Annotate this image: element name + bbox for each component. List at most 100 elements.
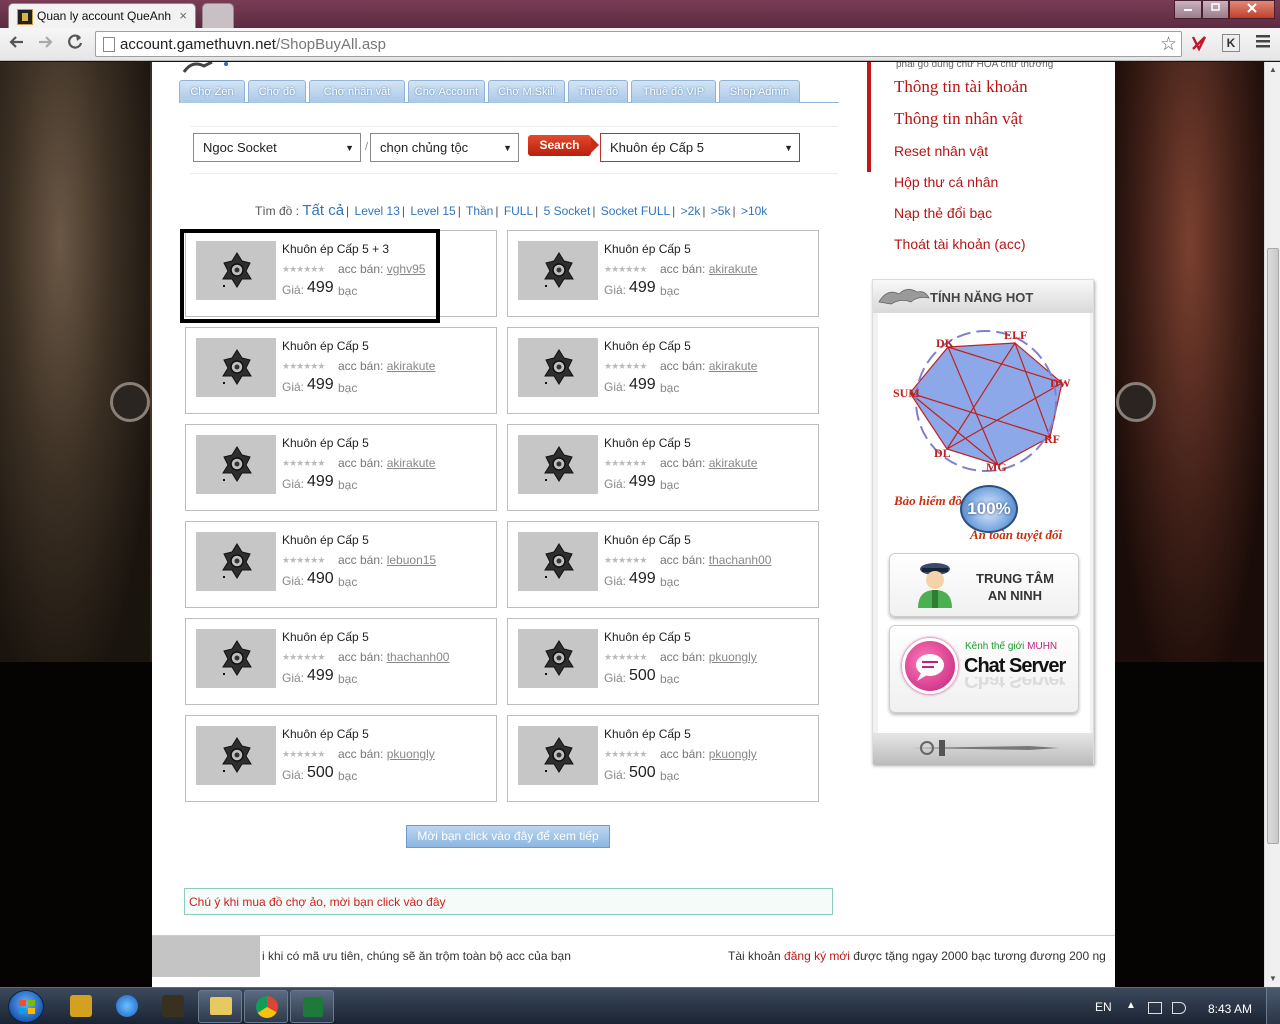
- show-desktop-button[interactable]: [1266, 988, 1280, 1024]
- volume-icon[interactable]: [1172, 1002, 1186, 1014]
- item-card[interactable]: Khuôn ép Cấp 5 + 3 ★★★★★★ acc bán: vghv95 G…: [185, 230, 497, 317]
- tab-cho-account[interactable]: Chợ Account: [408, 80, 485, 103]
- filter-link-2k[interactable]: >2k: [681, 204, 701, 218]
- taskbar-chrome-button[interactable]: [244, 990, 288, 1023]
- window-restore-button[interactable]: [1202, 0, 1229, 19]
- scrollbar-thumb[interactable]: [1267, 248, 1279, 844]
- item-card[interactable]: Khuôn ép Cấp 5 ★★★★★★ acc bán: pkuongly Giá…: [507, 618, 819, 705]
- item-thumbnail[interactable]: [196, 338, 276, 397]
- bookmark-star-icon[interactable]: ☆: [1160, 33, 1177, 56]
- item-name[interactable]: Khuôn ép Cấp 5: [604, 533, 691, 547]
- system-clock[interactable]: 8:43 AM: [1208, 1002, 1252, 1016]
- internet-explorer-icon[interactable]: [116, 995, 138, 1017]
- race-select[interactable]: chọn chủng tộc ▼: [370, 133, 519, 162]
- media-player-icon[interactable]: [70, 995, 92, 1017]
- kaspersky-extension-icon[interactable]: [1190, 34, 1208, 52]
- item-name[interactable]: Khuôn ép Cấp 5: [282, 339, 369, 353]
- item-name[interactable]: Khuôn ép Cấp 5 + 3: [282, 242, 389, 256]
- tab-cho-m-skill[interactable]: Chợ M.Skill: [488, 80, 565, 103]
- item-card[interactable]: Khuôn ép Cấp 5 ★★★★★★ acc bán: akirakute Gi…: [507, 327, 819, 414]
- class-cycle-diagram[interactable]: DK ELF DW RF MG DL SUM: [890, 321, 1082, 476]
- mailbox-link[interactable]: Hộp thư cá nhân: [894, 174, 998, 190]
- security-center-button[interactable]: TRUNG TÂM AN NINH: [889, 553, 1079, 617]
- seller-link[interactable]: thachanh00: [387, 650, 450, 664]
- load-more-button[interactable]: Mời bạn click vào đây để xem tiếp: [406, 825, 610, 848]
- search-button[interactable]: Search: [528, 135, 599, 156]
- item-name[interactable]: Khuôn ép Cấp 5: [282, 533, 369, 547]
- tab-thue-do[interactable]: Thuê đồ: [568, 80, 628, 103]
- item-card[interactable]: Khuôn ép Cấp 5 ★★★★★★ acc bán: akirakute Gi…: [507, 424, 819, 511]
- tab-cho-zen[interactable]: Chợ Zen: [179, 80, 245, 103]
- filter-link-5socket[interactable]: 5 Socket: [544, 204, 591, 218]
- item-name[interactable]: Khuôn ép Cấp 5: [604, 727, 691, 741]
- seller-link[interactable]: vghv95: [387, 262, 426, 276]
- tray-expand-icon[interactable]: ▲: [1126, 1000, 1136, 1011]
- notice-link[interactable]: Chú ý khi mua đồ chợ ảo, mời bạn click v…: [184, 888, 833, 915]
- start-button[interactable]: [8, 990, 44, 1023]
- filter-link-than[interactable]: Thần: [466, 204, 493, 218]
- tab-cho-do[interactable]: Chợ đồ: [248, 80, 306, 103]
- item-name[interactable]: Khuôn ép Cấp 5: [604, 339, 691, 353]
- filter-link-level13[interactable]: Level 13: [355, 204, 400, 218]
- reset-character-link[interactable]: Reset nhân vật: [894, 143, 988, 159]
- account-info-link[interactable]: Thông tin tài khoản: [894, 77, 1028, 97]
- item-card[interactable]: Khuôn ép Cấp 5 ★★★★★★ acc bán: akirakute Gi…: [185, 424, 497, 511]
- browser-menu-icon[interactable]: [1254, 31, 1272, 57]
- item-thumbnail[interactable]: [518, 629, 598, 688]
- seller-link[interactable]: akirakute: [709, 359, 758, 373]
- item-card[interactable]: Khuôn ép Cấp 5 ★★★★★★ acc bán: thachanh00 G…: [185, 618, 497, 705]
- new-tab-button[interactable]: [202, 3, 234, 28]
- seller-link[interactable]: pkuongly: [387, 747, 435, 761]
- seller-link[interactable]: akirakute: [387, 456, 436, 470]
- item-thumbnail[interactable]: [518, 532, 598, 591]
- item-thumbnail[interactable]: [518, 338, 598, 397]
- item-card[interactable]: Khuôn ép Cấp 5 ★★★★★★ acc bán: akirakute Gi…: [507, 230, 819, 317]
- forward-arrow-icon[interactable]: [36, 33, 54, 56]
- filter-link-all[interactable]: Tất cả: [302, 202, 344, 219]
- chat-server-button[interactable]: Kênh thế giới MUHN Chat Server Chat Serv…: [889, 625, 1079, 713]
- k-extension-icon[interactable]: K: [1222, 34, 1240, 52]
- scroll-down-icon[interactable]: ▼: [1265, 971, 1280, 987]
- item-thumbnail[interactable]: [518, 241, 598, 300]
- seller-link[interactable]: pkuongly: [709, 650, 757, 664]
- tab-cho-nhan-vat[interactable]: Chợ nhân vật: [309, 80, 405, 103]
- item-thumbnail[interactable]: [196, 435, 276, 494]
- language-indicator[interactable]: EN: [1095, 1000, 1112, 1014]
- character-info-link[interactable]: Thông tin nhân vật: [894, 109, 1023, 129]
- tab-close-icon[interactable]: ×: [179, 8, 187, 23]
- item-thumbnail[interactable]: [518, 726, 598, 785]
- item-thumbnail[interactable]: [196, 241, 276, 300]
- item-name[interactable]: Khuôn ép Cấp 5: [282, 436, 369, 450]
- item-card[interactable]: Khuôn ép Cấp 5 ★★★★★★ acc bán: akirakute Gi…: [185, 327, 497, 414]
- item-thumbnail[interactable]: [196, 726, 276, 785]
- taskbar-explorer-button[interactable]: [198, 990, 242, 1023]
- page-scrollbar[interactable]: ▲ ▼: [1264, 62, 1280, 987]
- item-card[interactable]: Khuôn ép Cấp 5 ★★★★★★ acc bán: lebuon15 Giá…: [185, 521, 497, 608]
- reload-icon[interactable]: [66, 33, 84, 56]
- item-card[interactable]: Khuôn ép Cấp 5 ★★★★★★ acc bán: thachanh00 G…: [507, 521, 819, 608]
- window-minimize-button[interactable]: [1174, 0, 1202, 19]
- item-card[interactable]: Khuôn ép Cấp 5 ★★★★★★ acc bán: pkuongly Giá…: [185, 715, 497, 802]
- item-type-select[interactable]: Ngoc Socket ▼: [193, 133, 361, 162]
- filter-link-full[interactable]: FULL: [504, 204, 533, 218]
- item-name[interactable]: Khuôn ép Cấp 5: [282, 727, 369, 741]
- window-close-button[interactable]: [1229, 0, 1275, 19]
- item-name[interactable]: Khuôn ép Cấp 5: [282, 630, 369, 644]
- seller-link[interactable]: akirakute: [709, 456, 758, 470]
- seller-link[interactable]: pkuongly: [709, 747, 757, 761]
- tab-thue-do-vip[interactable]: Thuê đồ VIP: [631, 80, 716, 103]
- item-name[interactable]: Khuôn ép Cấp 5: [604, 436, 691, 450]
- tab-shop-admin[interactable]: Shop Admin: [719, 80, 800, 103]
- seller-link[interactable]: akirakute: [387, 359, 436, 373]
- game-launcher-icon[interactable]: [162, 995, 184, 1017]
- logout-link[interactable]: Thoát tài khoản (acc): [894, 236, 1026, 252]
- filter-link-10k[interactable]: >10k: [741, 204, 767, 218]
- filter-link-5k[interactable]: >5k: [711, 204, 731, 218]
- topup-link[interactable]: Nạp thẻ đổi bạc: [894, 205, 992, 221]
- address-bar[interactable]: account.gamethuvn.net/ShopBuyAll.asp ☆: [95, 31, 1182, 57]
- item-select[interactable]: Khuôn ép Cấp 5 ▼: [600, 133, 800, 162]
- item-card[interactable]: Khuôn ép Cấp 5 ★★★★★★ acc bán: pkuongly Giá…: [507, 715, 819, 802]
- filter-link-socket-full[interactable]: Socket FULL: [601, 204, 670, 218]
- seller-link[interactable]: akirakute: [709, 262, 758, 276]
- browser-tab-active[interactable]: Quan ly account QueAnh ×: [8, 3, 196, 28]
